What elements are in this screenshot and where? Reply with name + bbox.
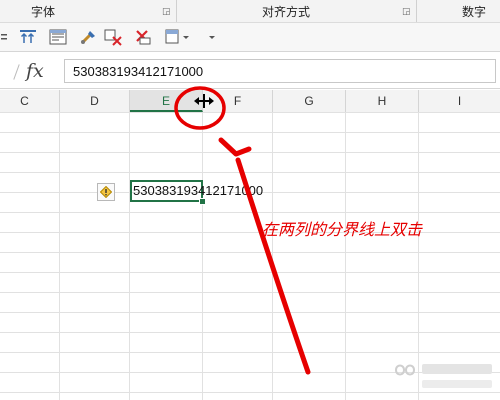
group-divider: [176, 0, 177, 22]
column-header-d[interactable]: D: [60, 90, 130, 112]
column-header-h[interactable]: H: [346, 90, 419, 112]
annotation-text: 在两列的分界线上双击: [262, 220, 423, 239]
fx-icon[interactable]: fx: [26, 60, 44, 82]
warning-icon: [100, 186, 112, 198]
resize-cursor-icon[interactable]: [194, 94, 214, 108]
column-headers: C D E F G H I: [0, 90, 500, 113]
grid-column-line: [59, 112, 60, 400]
font-launcher-icon[interactable]: ◲: [162, 8, 171, 17]
cell-value: 530383193412171000: [133, 183, 264, 198]
group-divider: [416, 0, 417, 22]
column-header-c[interactable]: C: [0, 90, 60, 112]
alignment-launcher-icon[interactable]: ◲: [402, 8, 411, 17]
ribbon-group-bar: 字体 ◲ 对齐方式 ◲ 数字: [0, 0, 500, 23]
alignment-group-label: 对齐方式: [262, 5, 311, 19]
cell-style-icon[interactable]: [164, 27, 192, 47]
grid-column-line: [418, 112, 419, 400]
list-icon[interactable]: [0, 27, 10, 47]
format-painter-icon[interactable]: [78, 27, 98, 47]
font-group-label: 字体: [31, 5, 56, 19]
grid-column-line: [345, 112, 346, 400]
formula-separator: [13, 64, 20, 80]
grid-column-line: [129, 112, 130, 400]
grid-column-line: [202, 112, 203, 400]
toolbar: [0, 23, 500, 52]
watermark-logo: [392, 360, 496, 394]
formula-input[interactable]: 530383193412171000: [64, 59, 496, 83]
worksheet-grid[interactable]: [0, 112, 500, 400]
formula-bar: fx 530383193412171000: [0, 56, 500, 89]
number-group-label: 数字: [462, 5, 487, 19]
error-check-button[interactable]: [97, 183, 115, 201]
fill-handle[interactable]: [199, 198, 206, 205]
column-header-i[interactable]: I: [419, 90, 500, 112]
column-header-e[interactable]: E: [130, 90, 203, 112]
grid-column-line: [272, 112, 273, 400]
column-header-g[interactable]: G: [273, 90, 346, 112]
dropdown-icon[interactable]: [204, 27, 220, 47]
clear-icon[interactable]: [104, 27, 124, 47]
align-top-icon[interactable]: [18, 27, 38, 47]
wrap-text-icon[interactable]: [48, 27, 68, 47]
delete-icon[interactable]: [134, 27, 154, 47]
